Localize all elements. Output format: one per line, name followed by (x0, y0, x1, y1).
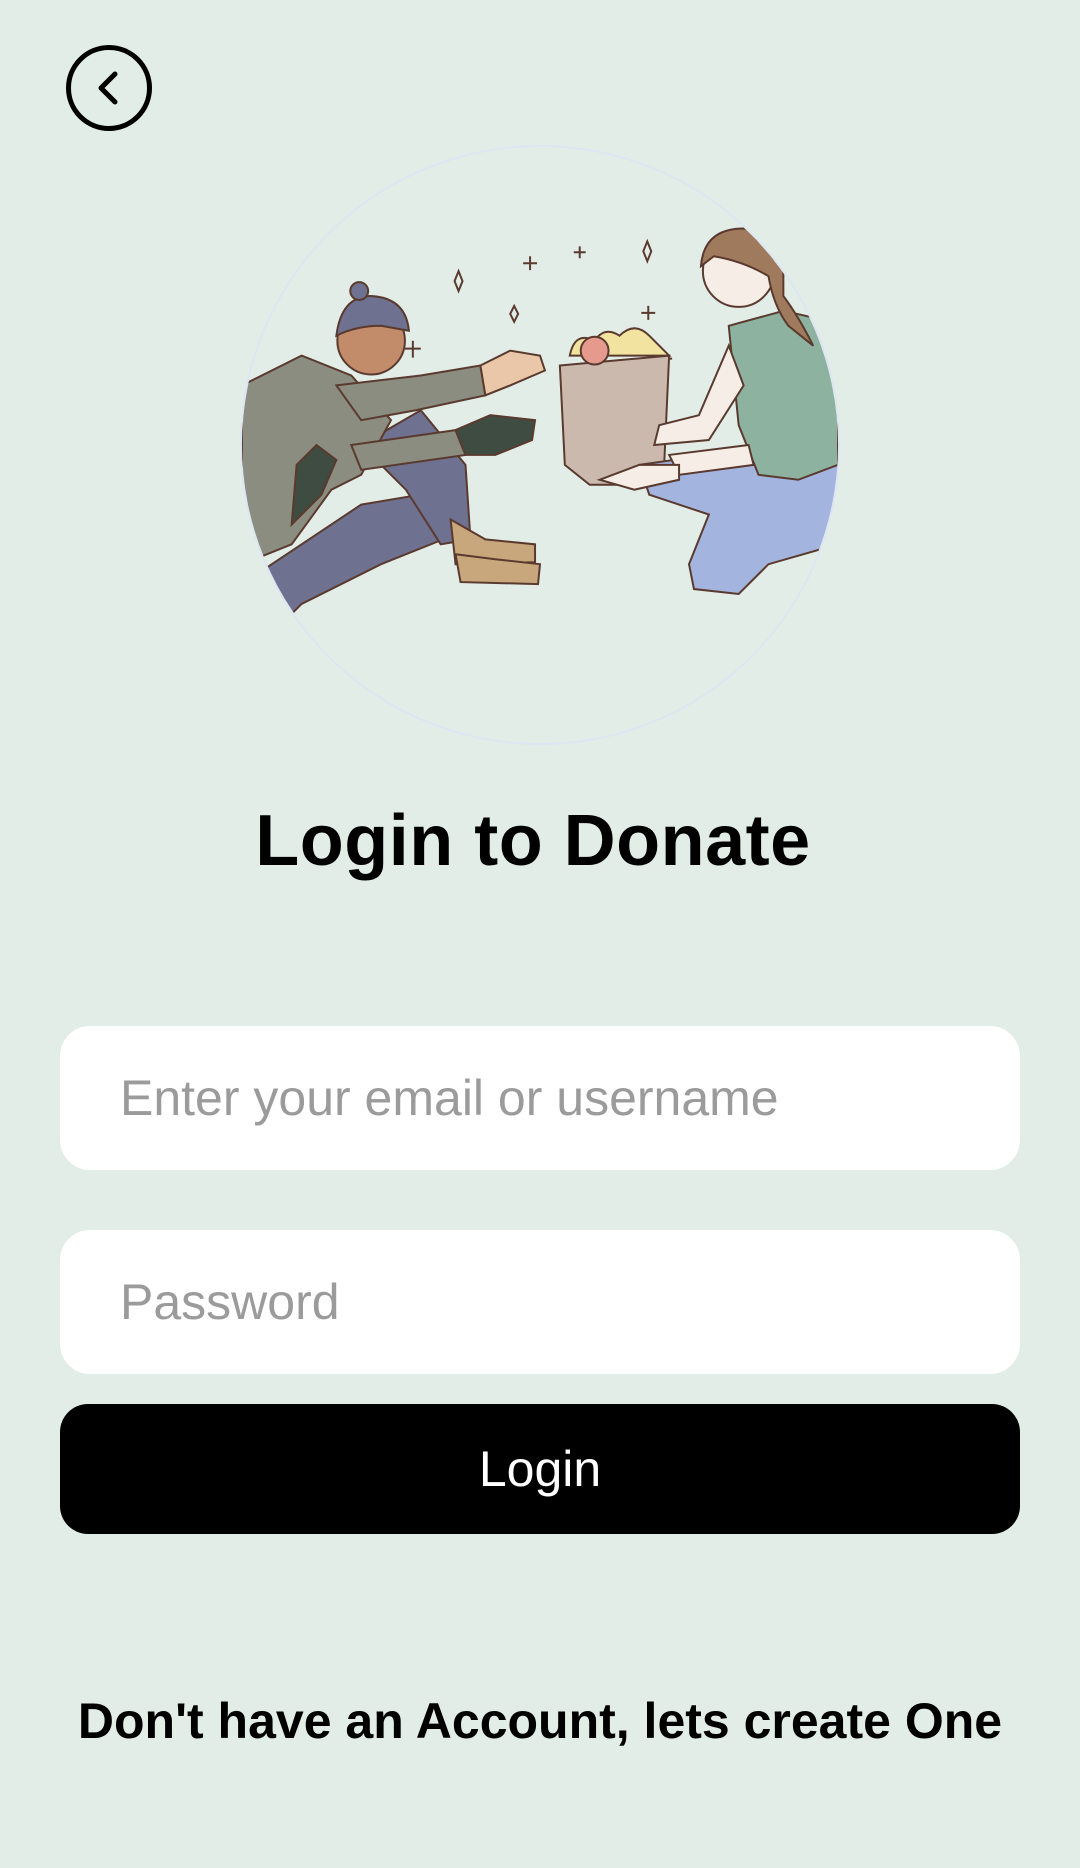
back-button[interactable] (66, 45, 152, 131)
email-field[interactable] (60, 1026, 1020, 1170)
chevron-left-icon (98, 71, 118, 105)
login-button[interactable]: Login (60, 1404, 1020, 1534)
donation-illustration (240, 145, 840, 745)
password-field[interactable] (60, 1230, 1020, 1374)
signup-link[interactable]: Don't have an Account, lets create One (0, 1692, 1080, 1750)
page-title: Login to Donate (255, 801, 811, 881)
